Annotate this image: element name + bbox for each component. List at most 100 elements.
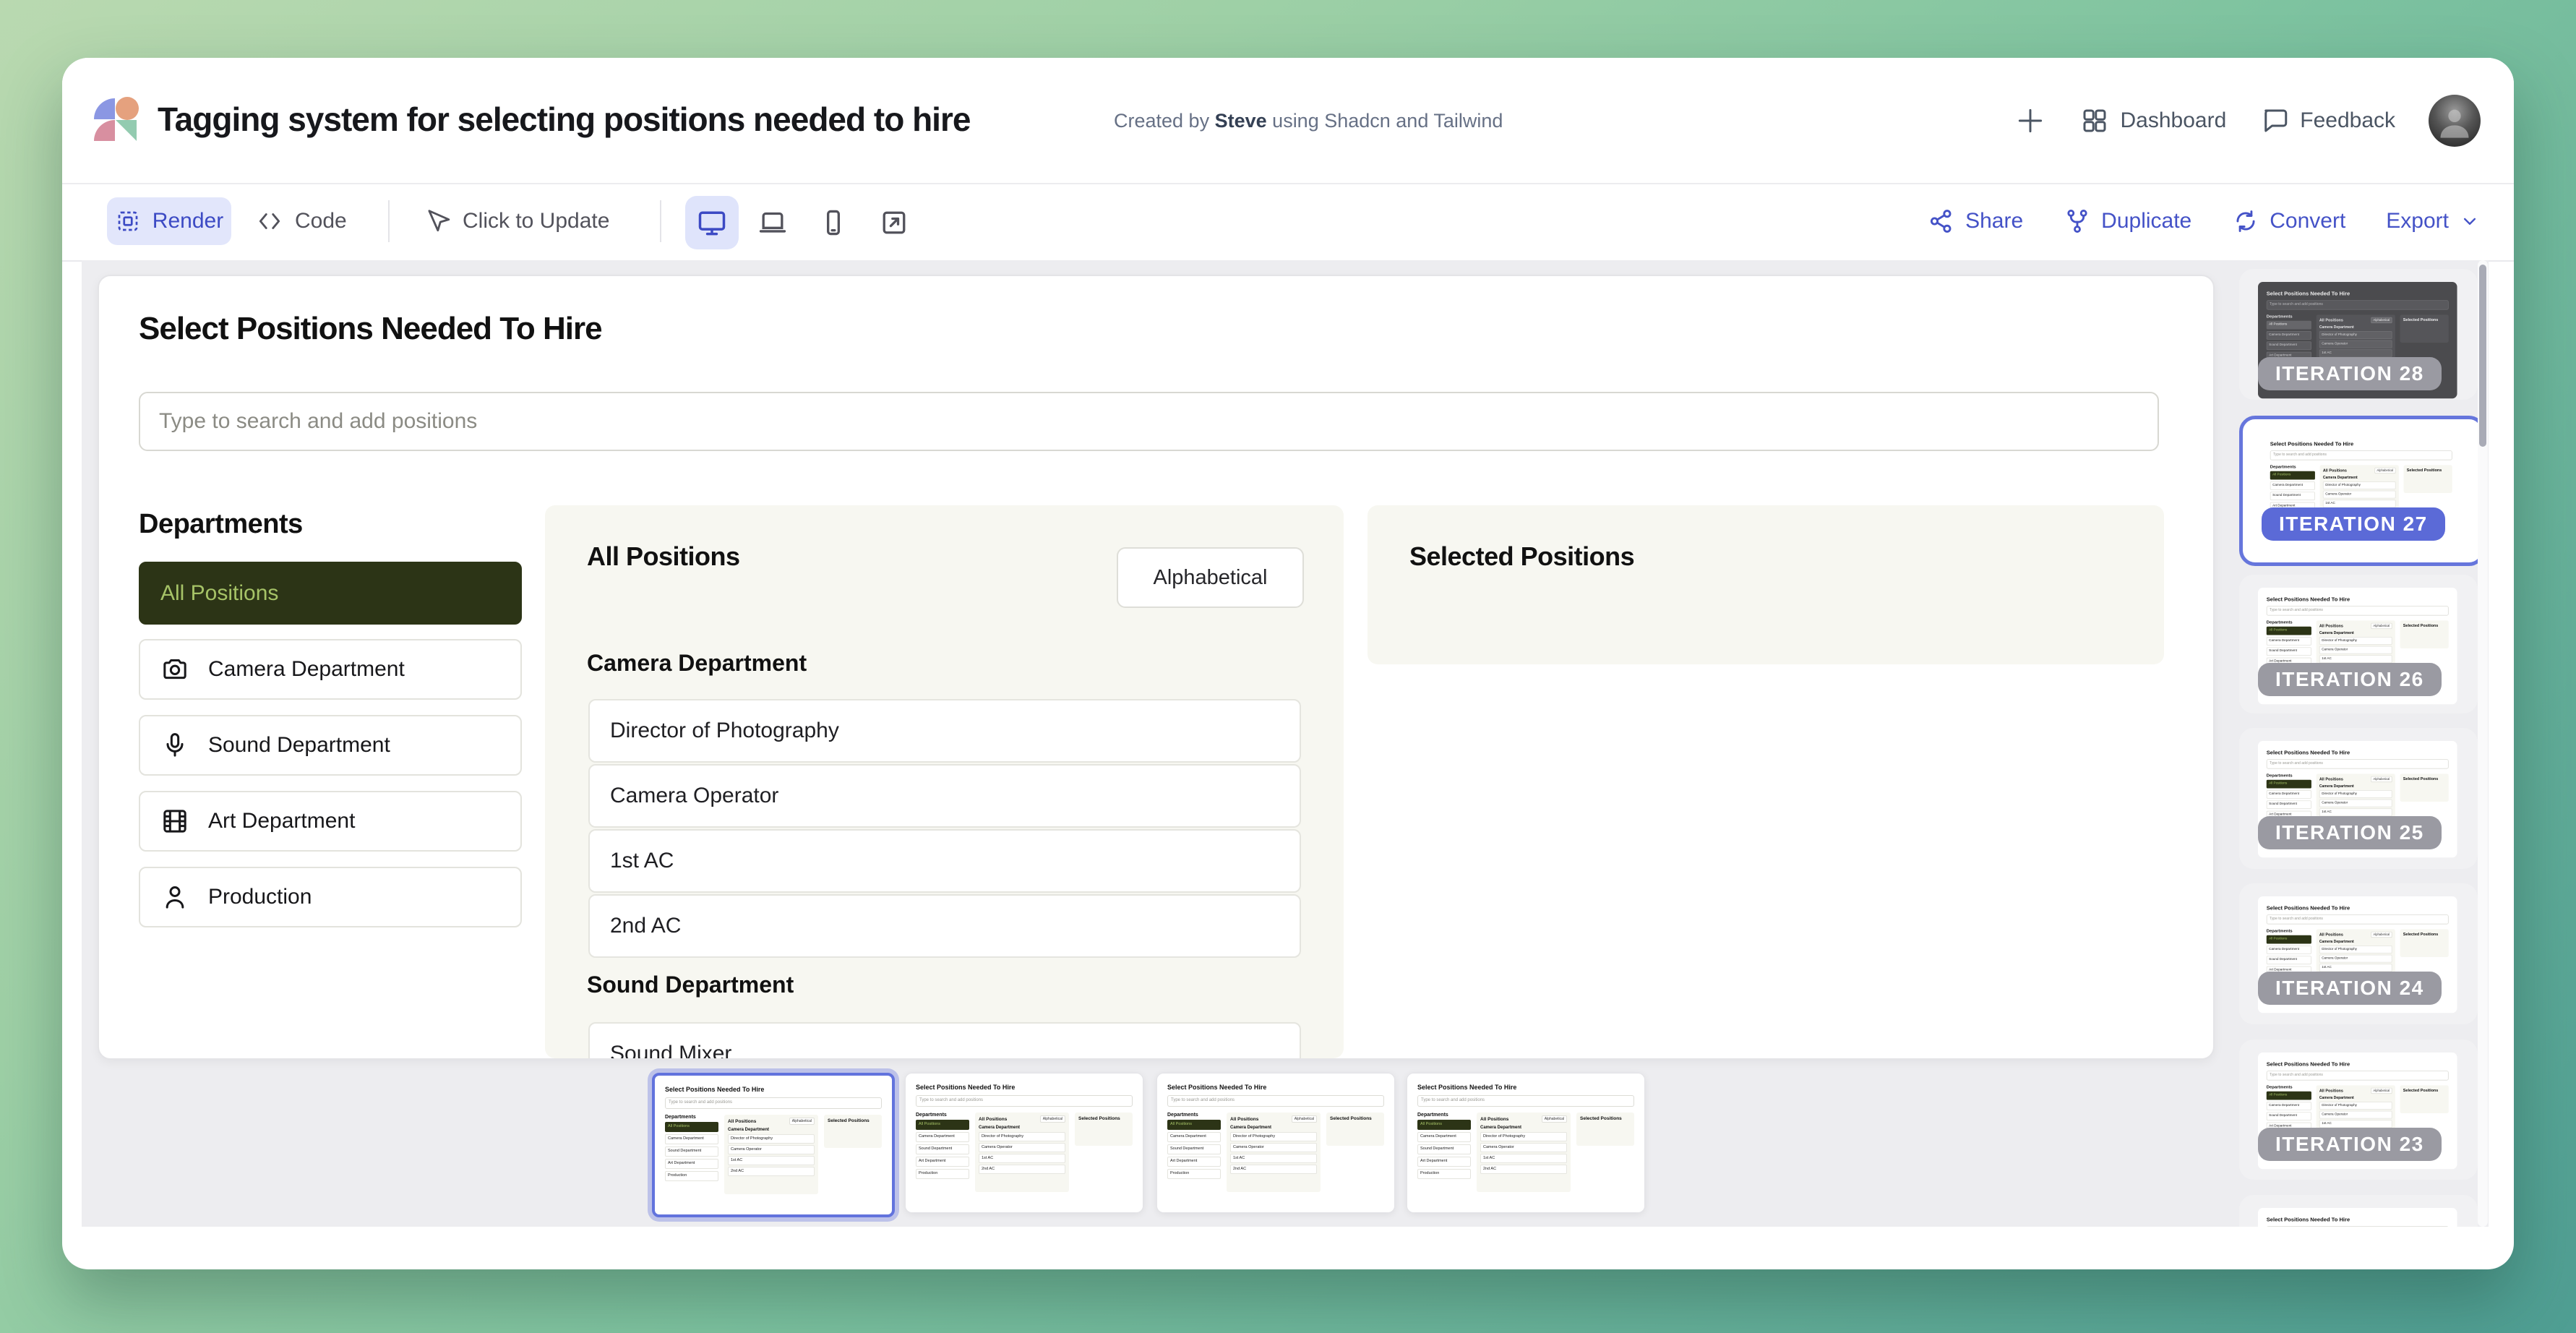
mini-position-row: Camera Operator [979, 1143, 1065, 1152]
selected-positions-heading: Selected Positions [1409, 541, 1634, 572]
mini-departments: Departments All Positions Camera Departm… [916, 1113, 969, 1192]
share-icon [1928, 207, 1955, 235]
mini-group-heading: Camera Department [2319, 1096, 2392, 1100]
mini-sort-button: Alphabetical [789, 1118, 815, 1125]
device-desktop-button[interactable] [696, 207, 728, 242]
mini-selected-positions: Selected Positions [2400, 314, 2449, 343]
click-to-update-button[interactable]: Click to Update [424, 197, 609, 245]
group-heading-sound: Sound Department [587, 972, 794, 998]
share-button[interactable]: Share [1928, 207, 2023, 235]
search-input[interactable] [139, 392, 2159, 451]
sort-alphabetical-button[interactable]: Alphabetical [1117, 547, 1304, 608]
iteration-label: ITERATION 27 [2262, 507, 2445, 541]
position-item[interactable]: Camera Operator [588, 764, 1301, 828]
mini-position-row: Director of Photography [2319, 331, 2392, 339]
bottom-thumbnail[interactable]: Select Positions Needed To Hire Type to … [1407, 1073, 1645, 1213]
device-mobile-button[interactable] [817, 207, 849, 242]
mini-columns: Departments All Positions Camera Departm… [665, 1115, 882, 1194]
mini-group-heading: Camera Department [2323, 476, 2396, 479]
mini-position-row: Camera Operator [2319, 340, 2392, 348]
bottom-thumbnail[interactable]: Select Positions Needed To Hire Type to … [905, 1073, 1143, 1213]
mini-selected-positions: Selected Positions [1576, 1113, 1634, 1146]
mini-selected-positions: Selected Positions [2400, 620, 2449, 648]
external-link-icon [878, 207, 910, 239]
iteration-card[interactable]: Select Positions Needed To Hire Type to … [2239, 575, 2478, 713]
mini-department-button: Sound Department [916, 1144, 969, 1154]
iteration-card[interactable]: Select Positions Needed To Hire Type to … [2239, 1040, 2478, 1180]
mini-position-row: 2nd AC [728, 1167, 815, 1176]
mini-position-row: 2nd AC [1480, 1165, 1567, 1174]
canvas: Select Positions Needed To Hire Departme… [82, 260, 2489, 1227]
mini-all-positions: All Positions Alphabetical Camera Depart… [1477, 1113, 1571, 1192]
position-item[interactable]: 2nd AC [588, 894, 1301, 958]
iteration-label: ITERATION 24 [2258, 972, 2442, 1005]
mini-department-button: All Positions [2267, 321, 2311, 330]
mini-search-input: Type to search and add positions [2267, 606, 2449, 615]
mini-all-positions-heading: All Positions [2319, 777, 2343, 781]
mini-columns: Departments All Positions Camera Departm… [1417, 1113, 1634, 1192]
grid-icon [2079, 106, 2110, 136]
duplicate-button[interactable]: Duplicate [2064, 207, 2191, 235]
mini-department-button: Sound Department [1417, 1144, 1471, 1154]
convert-button[interactable]: Convert [2232, 207, 2345, 235]
mini-sort-button: Alphabetical [2371, 623, 2392, 629]
mini-sort-button: Alphabetical [2371, 317, 2392, 323]
mini-all-positions: All Positions Alphabetical Camera Depart… [975, 1113, 1069, 1192]
mini-position-row: 2nd AC [1230, 1165, 1317, 1174]
sidebar-scrollbar-thumb[interactable] [2479, 265, 2486, 447]
mini-position-row: Director of Photography [979, 1132, 1065, 1141]
mini-departments-heading: Departments [2267, 314, 2311, 319]
export-dropdown[interactable]: Export [2386, 209, 2481, 233]
mini-department-button: All Positions [2267, 627, 2311, 635]
render-tab[interactable]: Render [107, 197, 231, 245]
mini-position-row: Director of Photography [2323, 481, 2396, 489]
department-button-art[interactable]: Art Department [139, 791, 522, 852]
render-icon [115, 208, 141, 234]
new-project-button[interactable] [2014, 105, 2046, 137]
mini-position-row: Director of Photography [1230, 1132, 1317, 1141]
mini-position-row: 1st AC [979, 1154, 1065, 1163]
mini-departments: Departments All Positions Camera Departm… [665, 1115, 718, 1194]
avatar[interactable] [2429, 95, 2481, 147]
mini-department-button: Sound Department [2267, 647, 2311, 656]
mini-search-input: Type to search and add positions [665, 1097, 882, 1109]
bottom-thumbnail[interactable]: Select Positions Needed To Hire Type to … [1156, 1073, 1395, 1213]
iteration-card[interactable]: Select Positions Needed To Hire Type to … [2239, 728, 2478, 869]
mini-group-heading: Camera Department [2319, 631, 2392, 635]
mini-heading: Select Positions Needed To Hire [665, 1086, 882, 1093]
department-button-sound[interactable]: Sound Department [139, 715, 522, 776]
rendered-app-preview: Select Positions Needed To Hire Departme… [98, 275, 2215, 1060]
iteration-card[interactable]: Select Positions Needed To Hire Type to … [2239, 416, 2485, 566]
iteration-card[interactable]: Select Positions Needed To Hire Type to … [2239, 1195, 2478, 1227]
department-button-production[interactable]: Production [139, 867, 522, 927]
department-button-camera[interactable]: Camera Department [139, 639, 522, 700]
department-button-all-positions[interactable]: All Positions [139, 562, 522, 625]
mini-heading: Select Positions Needed To Hire [1417, 1084, 1634, 1091]
device-laptop-button[interactable] [757, 207, 789, 242]
code-tab[interactable]: Code [256, 197, 347, 245]
mini-department-button: Sound Department [2270, 492, 2315, 500]
dashboard-button[interactable]: Dashboard [2079, 106, 2226, 136]
position-item[interactable]: Director of Photography [588, 699, 1301, 763]
iteration-card[interactable]: Select Positions Needed To Hire Type to … [2239, 269, 2478, 400]
position-item[interactable]: 1st AC [588, 829, 1301, 893]
iteration-label: ITERATION 25 [2258, 816, 2442, 849]
mini-group-heading: Camera Department [728, 1128, 815, 1132]
mini-all-positions: All Positions Alphabetical Camera Depart… [724, 1115, 818, 1194]
magic-patterns-logo-icon[interactable] [94, 98, 136, 140]
mini-search-input: Type to search and add positions [2270, 450, 2452, 460]
bottom-thumbnail-preview: Select Positions Needed To Hire Type to … [655, 1076, 892, 1214]
feedback-button[interactable]: Feedback [2259, 106, 2395, 136]
mini-app-preview: Select Positions Needed To Hire Type to … [1407, 1073, 1644, 1212]
mini-all-positions-heading: All Positions [728, 1119, 756, 1124]
bottom-thumbnail[interactable]: Select Positions Needed To Hire Type to … [652, 1073, 895, 1217]
mini-heading: Select Positions Needed To Hire [2270, 441, 2452, 447]
mini-position-row: 1st AC [2319, 1120, 2392, 1128]
mini-selected-positions: Selected Positions [2404, 465, 2452, 493]
mini-department-button: All Positions [2267, 1092, 2311, 1100]
app-window: Tagging system for selecting positions n… [62, 58, 2514, 1269]
open-preview-button[interactable] [878, 207, 910, 242]
mini-department-button: Camera Department [1417, 1132, 1471, 1142]
iteration-card[interactable]: Select Positions Needed To Hire Type to … [2239, 883, 2478, 1024]
position-item[interactable]: Sound Mixer [588, 1022, 1301, 1058]
